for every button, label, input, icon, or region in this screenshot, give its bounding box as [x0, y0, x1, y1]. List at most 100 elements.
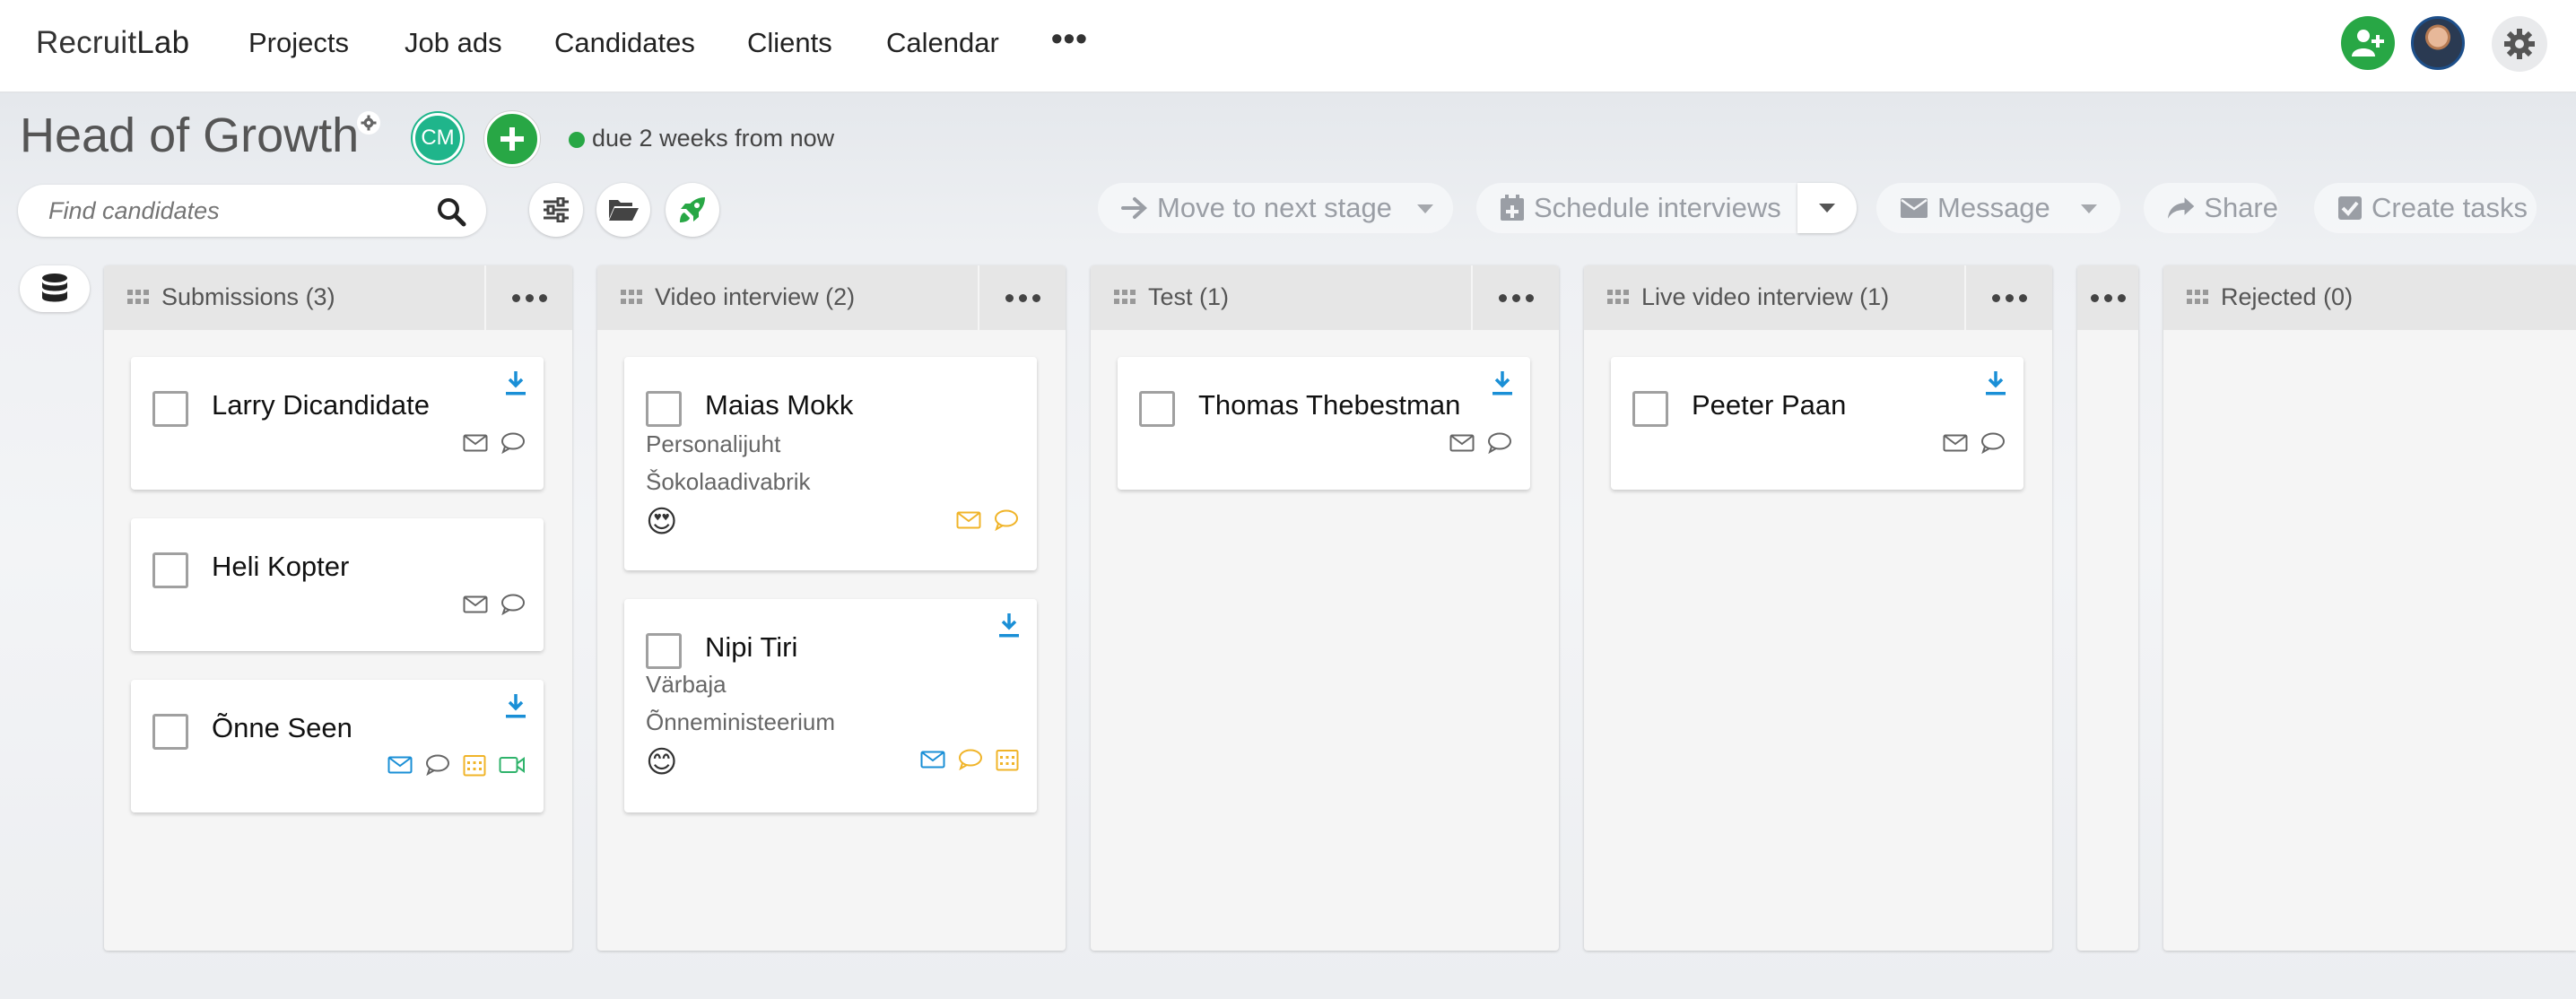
share-button[interactable]: Share [2144, 183, 2278, 233]
column-menu-button[interactable] [2077, 265, 2138, 330]
candidate-checkbox[interactable] [1139, 391, 1175, 427]
download-icon[interactable] [504, 692, 527, 719]
column-header[interactable] [2077, 265, 2138, 330]
app-logo[interactable]: RecruitLab [36, 25, 189, 61]
download-icon[interactable] [504, 369, 527, 396]
rating-emoji[interactable]: 😍 [646, 504, 677, 540]
schedule-interviews-dropdown[interactable] [1797, 183, 1857, 233]
candidate-role: Värbaja [646, 671, 727, 698]
candidate-checkbox[interactable] [646, 391, 682, 427]
arrow-right-icon [1121, 197, 1147, 219]
candidate-card[interactable]: Heli Kopter [131, 518, 544, 651]
column-header[interactable]: Rejected (0) [2163, 265, 2576, 330]
column-menu-button[interactable] [1471, 265, 1559, 330]
candidate-name[interactable]: Peeter Paan [1692, 389, 1846, 421]
sliders-icon [544, 197, 569, 222]
column-header[interactable]: Test (1) [1091, 265, 1559, 330]
gear-icon [361, 115, 377, 131]
comment-icon[interactable] [425, 754, 450, 776]
candidate-card[interactable]: Larry Dicandidate [131, 357, 544, 490]
drag-handle-icon[interactable] [2187, 290, 2208, 304]
envelope-icon[interactable] [1449, 434, 1475, 452]
candidate-card[interactable]: Nipi Tiri Värbaja Õnneministeerium 😊 [624, 599, 1037, 812]
share-label: Share [2204, 192, 2278, 223]
create-tasks-button[interactable]: Create tasks [2314, 183, 2537, 233]
candidate-checkbox[interactable] [152, 391, 188, 427]
project-settings-button[interactable] [357, 111, 380, 135]
rating-emoji[interactable]: 😊 [646, 744, 677, 780]
database-view-toggle[interactable] [20, 265, 90, 312]
candidate-card[interactable]: Peeter Paan [1611, 357, 2023, 490]
comment-icon[interactable] [958, 749, 983, 770]
candidate-checkbox[interactable] [152, 552, 188, 588]
comment-icon[interactable] [1980, 432, 2006, 454]
nav-calendar[interactable]: Calendar [886, 27, 999, 59]
envelope-icon[interactable] [920, 751, 945, 769]
status-dot [569, 132, 585, 148]
nav-clients[interactable]: Clients [747, 27, 832, 59]
column-header[interactable]: Video interview (2) [597, 265, 1066, 330]
candidate-checkbox[interactable] [1632, 391, 1668, 427]
video-camera-icon[interactable] [499, 755, 526, 775]
download-icon[interactable] [1984, 369, 2007, 396]
candidate-checkbox[interactable] [152, 714, 188, 750]
stage-column-collapsed[interactable] [2077, 265, 2138, 951]
create-tasks-label: Create tasks [2371, 192, 2528, 223]
nav-more-menu[interactable]: ••• [1051, 20, 1088, 57]
candidate-checkbox[interactable] [646, 633, 682, 669]
nav-candidates[interactable]: Candidates [554, 27, 695, 59]
column-header[interactable]: Submissions (3) [104, 265, 572, 330]
search-bar [18, 185, 486, 237]
comment-icon[interactable] [994, 509, 1019, 531]
envelope-icon[interactable] [1943, 434, 1968, 452]
nav-job-ads[interactable]: Job ads [405, 27, 502, 59]
envelope-icon[interactable] [463, 434, 488, 452]
stage-column-test: Test (1) Thomas Thebestman [1091, 265, 1559, 951]
filter-button[interactable] [529, 183, 583, 237]
download-icon[interactable] [997, 612, 1021, 638]
candidate-name[interactable]: Thomas Thebestman [1198, 389, 1460, 421]
drag-handle-icon[interactable] [1114, 290, 1136, 304]
add-team-member-button[interactable] [484, 111, 540, 167]
envelope-icon[interactable] [387, 756, 413, 774]
comment-icon[interactable] [1487, 432, 1512, 454]
column-menu-button[interactable] [484, 265, 572, 330]
chevron-down-icon[interactable] [1417, 204, 1433, 213]
column-header[interactable]: Live video interview (1) [1584, 265, 2052, 330]
user-avatar[interactable] [2411, 16, 2465, 70]
search-input[interactable] [48, 196, 425, 225]
envelope-icon[interactable] [463, 595, 488, 613]
candidate-name[interactable]: Õnne Seen [212, 712, 352, 744]
column-menu-button[interactable] [978, 265, 1066, 330]
candidate-name[interactable]: Maias Mokk [705, 389, 853, 421]
message-button[interactable]: Message [1876, 183, 2120, 233]
candidate-card[interactable]: Thomas Thebestman [1118, 357, 1530, 490]
comment-icon[interactable] [500, 432, 526, 454]
settings-button[interactable] [2492, 16, 2547, 72]
schedule-interviews-button[interactable]: Schedule interviews [1476, 183, 1797, 233]
more-dots-icon [511, 293, 547, 302]
drag-handle-icon[interactable] [621, 290, 642, 304]
folder-button[interactable] [596, 183, 650, 237]
column-menu-button[interactable] [1964, 265, 2052, 330]
launch-button[interactable] [666, 183, 719, 237]
chevron-down-icon[interactable] [2081, 204, 2097, 213]
search-icon[interactable] [436, 196, 466, 227]
nav-projects[interactable]: Projects [248, 27, 349, 59]
comment-icon[interactable] [500, 594, 526, 615]
move-to-next-stage-button[interactable]: Move to next stage [1098, 183, 1453, 233]
calendar-icon[interactable] [996, 748, 1019, 771]
candidate-name[interactable]: Nipi Tiri [705, 631, 797, 664]
add-user-button[interactable] [2341, 16, 2395, 70]
calendar-icon[interactable] [463, 753, 486, 777]
candidate-name[interactable]: Heli Kopter [212, 551, 349, 583]
candidate-card[interactable]: Maias Mokk Personalijuht Šokolaadivabrik… [624, 357, 1037, 570]
drag-handle-icon[interactable] [1607, 290, 1629, 304]
candidate-card[interactable]: Õnne Seen [131, 680, 544, 812]
project-owner-avatar[interactable]: CM [413, 113, 463, 163]
drag-handle-icon[interactable] [127, 290, 149, 304]
candidate-name[interactable]: Larry Dicandidate [212, 389, 430, 421]
envelope-icon[interactable] [956, 511, 981, 529]
download-icon[interactable] [1491, 369, 1514, 396]
move-to-next-stage-label: Move to next stage [1157, 192, 1392, 223]
